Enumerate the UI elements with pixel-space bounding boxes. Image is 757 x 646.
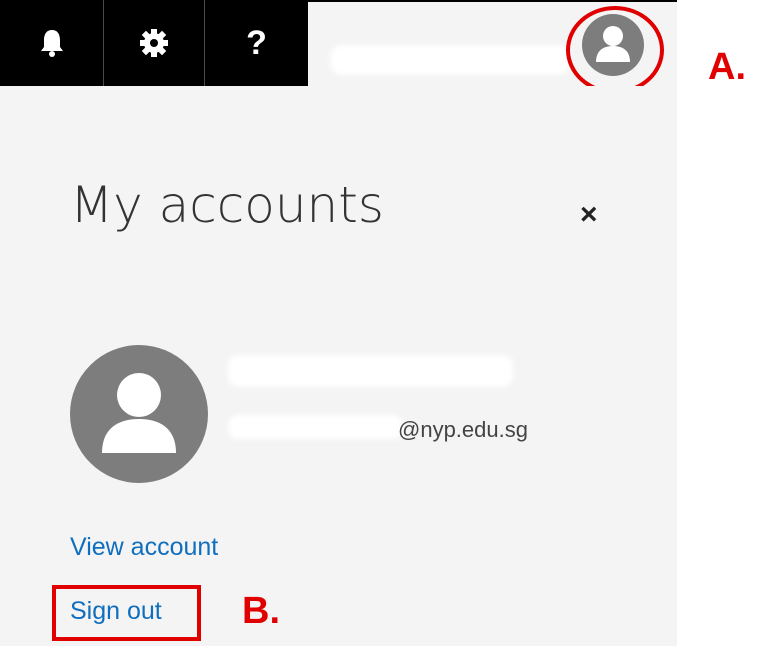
bell-icon — [40, 30, 63, 57]
annotation-circle-a — [566, 6, 664, 94]
panel-title: My accounts — [70, 176, 384, 234]
account-name-redacted — [228, 355, 513, 387]
annotation-box-b — [52, 585, 201, 641]
help-icon: ? — [246, 23, 267, 62]
help-button[interactable]: ? — [205, 0, 308, 86]
annotation-label-a: A. — [708, 46, 746, 88]
account-email-domain: @nyp.edu.sg — [398, 417, 528, 442]
close-button[interactable]: × — [580, 198, 598, 232]
account-email-redacted — [228, 415, 403, 439]
annotation-label-b: B. — [242, 590, 280, 632]
gear-icon — [140, 29, 168, 57]
username-redacted — [330, 45, 570, 75]
settings-button[interactable] — [104, 0, 204, 86]
profile-avatar — [70, 345, 208, 483]
user-icon — [102, 373, 176, 453]
notifications-button[interactable] — [0, 0, 103, 86]
view-account-link[interactable]: View account — [70, 533, 218, 562]
